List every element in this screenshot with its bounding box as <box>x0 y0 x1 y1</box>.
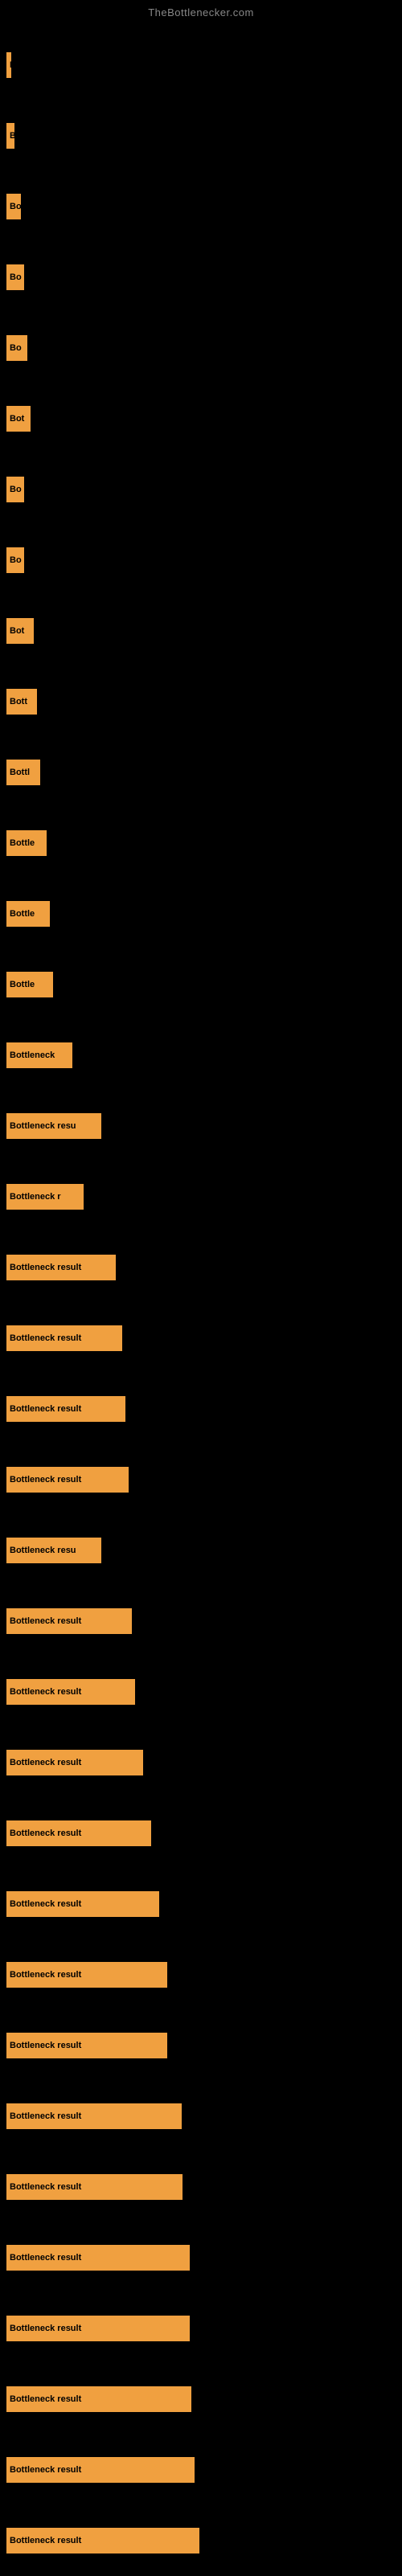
result-bar: Bott <box>6 689 37 715</box>
result-bar: Bo <box>6 477 24 502</box>
bar-row: Bottleneck resu <box>6 1091 402 1161</box>
bar-row: Bottleneck result <box>6 2010 402 2081</box>
result-bar: Bottleneck result <box>6 1467 129 1493</box>
result-bar: Bottleneck resu <box>6 1538 101 1563</box>
bar-row: Bo <box>6 454 402 525</box>
bar-row: Bot <box>6 383 402 454</box>
result-bar: Bottleneck result <box>6 2245 190 2271</box>
bar-row: Bottl <box>6 737 402 808</box>
bars-container: B B Bo Bo Bo Bot Bo Bo Bot Bott Bottl Bottle Bottle B… <box>0 22 402 2576</box>
bar-row: Bottleneck <box>6 1020 402 1091</box>
site-title: TheBottlenecker.com <box>0 0 402 22</box>
bar-row: Bottleneck result <box>6 1586 402 1657</box>
result-bar: Bottleneck result <box>6 1608 132 1634</box>
bar-row: Bott <box>6 666 402 737</box>
result-bar: Bot <box>6 406 31 432</box>
result-bar: Bottle <box>6 901 50 927</box>
bar-row: Bottleneck result <box>6 2081 402 2152</box>
result-bar: Bottl <box>6 760 40 785</box>
result-bar: Bottleneck result <box>6 2103 182 2129</box>
result-bar: Bottleneck result <box>6 1962 167 1988</box>
bar-row: Bottleneck result <box>6 2435 402 2505</box>
result-bar: Bo <box>6 264 24 290</box>
result-bar: B <box>6 123 14 149</box>
result-bar: Bo <box>6 194 21 219</box>
result-bar: Bottleneck result <box>6 2386 191 2412</box>
result-bar: Bo <box>6 335 27 361</box>
result-bar: Bottleneck result <box>6 2457 195 2483</box>
result-bar: Bottleneck r <box>6 1184 84 1210</box>
bar-row: Bottle <box>6 808 402 878</box>
bar-row: Bottleneck result <box>6 2222 402 2293</box>
result-bar: Bottleneck result <box>6 2033 167 2058</box>
bar-row: Bottleneck result <box>6 2505 402 2576</box>
result-bar: Bottleneck result <box>6 2528 199 2553</box>
result-bar: Bottleneck result <box>6 2174 183 2200</box>
bar-row: Bottleneck result <box>6 1939 402 2010</box>
result-bar: Bottleneck result <box>6 1325 122 1351</box>
result-bar: Bottleneck result <box>6 1820 151 1846</box>
bar-row: Bo <box>6 313 402 383</box>
bar-row: Bottle <box>6 949 402 1020</box>
bar-row: Bottleneck result <box>6 1444 402 1515</box>
bar-row: Bottleneck result <box>6 1798 402 1869</box>
bar-row: Bot <box>6 596 402 666</box>
bar-row: Bottleneck result <box>6 1232 402 1303</box>
result-bar: Bottleneck resu <box>6 1113 101 1139</box>
result-bar: Bottle <box>6 830 47 856</box>
result-bar: Bottle <box>6 972 53 997</box>
result-bar: Bottleneck result <box>6 1891 159 1917</box>
result-bar: Bo <box>6 547 24 573</box>
bar-row: Bo <box>6 242 402 313</box>
bar-row: Bottleneck result <box>6 1657 402 1727</box>
result-bar: Bottleneck result <box>6 1396 125 1422</box>
result-bar: Bottleneck result <box>6 1750 143 1775</box>
bar-row: Bottleneck resu <box>6 1515 402 1586</box>
bar-row: Bottleneck result <box>6 1869 402 1939</box>
bar-row: B <box>6 30 402 100</box>
result-bar: Bottleneck result <box>6 1255 116 1280</box>
bar-row: Bottleneck result <box>6 1374 402 1444</box>
bar-row: Bottleneck result <box>6 2152 402 2222</box>
bar-row: Bottleneck result <box>6 1303 402 1374</box>
bar-row: Bottleneck result <box>6 1727 402 1798</box>
bar-row: Bottleneck r <box>6 1161 402 1232</box>
result-bar: Bot <box>6 618 34 644</box>
bar-row: Bottleneck result <box>6 2293 402 2364</box>
result-bar: Bottleneck result <box>6 1679 135 1705</box>
result-bar: B <box>6 52 11 78</box>
bar-row: B <box>6 100 402 171</box>
bar-row: Bottleneck result <box>6 2364 402 2435</box>
result-bar: Bottleneck <box>6 1042 72 1068</box>
result-bar: Bottleneck result <box>6 2316 190 2341</box>
bar-row: Bo <box>6 525 402 596</box>
bar-row: Bottle <box>6 878 402 949</box>
bar-row: Bo <box>6 171 402 242</box>
